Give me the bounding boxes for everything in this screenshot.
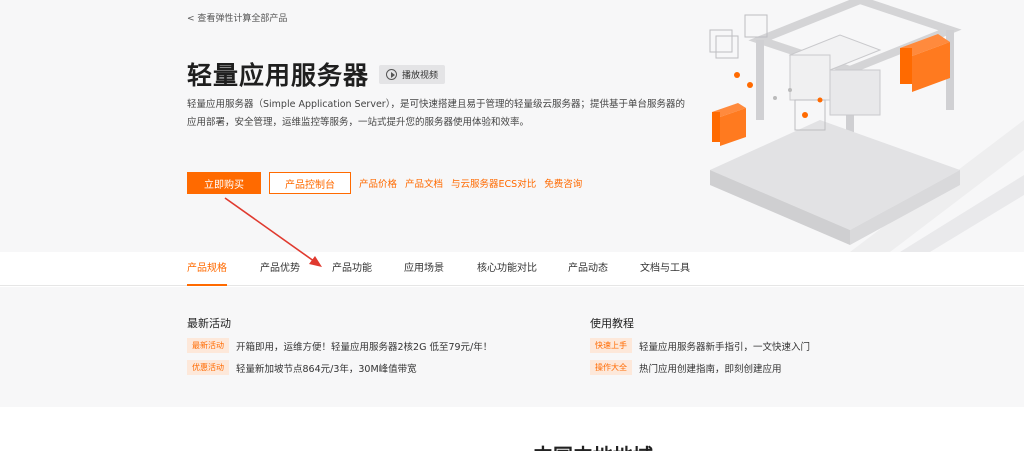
info-section: 最新活动 最新活动 开箱即用，运维方便！轻量应用服务器2核2G 低至79元/年！…: [0, 287, 1024, 407]
tutorial-row[interactable]: 快速上手 轻量应用服务器新手指引，一文快速入门: [590, 338, 810, 353]
tab-specs[interactable]: 产品规格: [187, 252, 227, 286]
tutorial-row[interactable]: 操作大全 热门应用创建指南，即刻创建应用: [590, 360, 810, 375]
hero-section: < 查看弹性计算全部产品 轻量应用服务器 播放视频 轻量应用服务器（Simple…: [0, 0, 1024, 252]
tab-features[interactable]: 产品功能: [332, 252, 372, 286]
region-section-title: 中国内地地域: [533, 440, 653, 451]
play-icon: [386, 68, 398, 80]
link-pricing[interactable]: 产品价格: [359, 176, 397, 190]
tutorial-tag: 快速上手: [590, 338, 632, 353]
tab-docs-tools[interactable]: 文档与工具: [640, 252, 690, 286]
link-free-consult[interactable]: 免费咨询: [544, 176, 582, 190]
tutorial-tag: 操作大全: [590, 360, 632, 375]
product-tabs: 产品规格 产品优势 产品功能 应用场景 核心功能对比 产品动态 文档与工具: [0, 252, 1024, 286]
link-docs[interactable]: 产品文档: [405, 176, 443, 190]
title-row: 轻量应用服务器 播放视频: [187, 56, 446, 92]
page: < 查看弹性计算全部产品 轻量应用服务器 播放视频 轻量应用服务器（Simple…: [0, 0, 1024, 451]
tab-scenarios[interactable]: 应用场景: [404, 252, 444, 286]
tab-news[interactable]: 产品动态: [568, 252, 608, 286]
cta-row: 立即购买 产品控制台 产品价格 产品文档 与云服务器ECS对比 免费咨询: [187, 172, 590, 194]
activities-title: 最新活动: [187, 317, 231, 330]
tutorials-title: 使用教程: [590, 317, 634, 330]
tutorial-text[interactable]: 热门应用创建指南，即刻创建应用: [639, 361, 782, 375]
product-description: 轻量应用服务器（Simple Application Server），是可快速搭…: [187, 99, 685, 128]
quick-links: 产品价格 产品文档 与云服务器ECS对比 免费咨询: [359, 176, 590, 190]
activity-row[interactable]: 优惠活动 轻量新加坡节点864元/3年，30M峰值带宽: [187, 360, 492, 375]
link-ecs-compare[interactable]: 与云服务器ECS对比: [451, 176, 536, 190]
page-title: 轻量应用服务器: [187, 61, 370, 90]
play-video-label: 播放视频: [402, 70, 439, 81]
tab-advantages[interactable]: 产品优势: [260, 252, 300, 286]
back-to-products-link[interactable]: < 查看弹性计算全部产品: [187, 11, 287, 24]
activity-tag: 最新活动: [187, 338, 229, 353]
tutorials-column: 使用教程 快速上手 轻量应用服务器新手指引，一文快速入门 操作大全 热门应用创建…: [590, 315, 810, 375]
activity-row[interactable]: 最新活动 开箱即用，运维方便！轻量应用服务器2核2G 低至79元/年！: [187, 338, 492, 353]
tutorial-text[interactable]: 轻量应用服务器新手指引，一文快速入门: [639, 339, 810, 353]
tab-core-compare[interactable]: 核心功能对比: [477, 252, 537, 286]
activity-tag: 优惠活动: [187, 360, 229, 375]
play-video-button[interactable]: 播放视频: [379, 64, 446, 84]
activities-column: 最新活动 最新活动 开箱即用，运维方便！轻量应用服务器2核2G 低至79元/年！…: [187, 315, 492, 375]
buy-now-button[interactable]: 立即购买: [187, 172, 261, 194]
hero-illustration: [709, 0, 1024, 252]
activity-text[interactable]: 轻量新加坡节点864元/3年，30M峰值带宽: [236, 361, 417, 375]
activity-text[interactable]: 开箱即用，运维方便！轻量应用服务器2核2G 低至79元/年！: [236, 339, 492, 353]
product-console-button[interactable]: 产品控制台: [269, 172, 351, 194]
